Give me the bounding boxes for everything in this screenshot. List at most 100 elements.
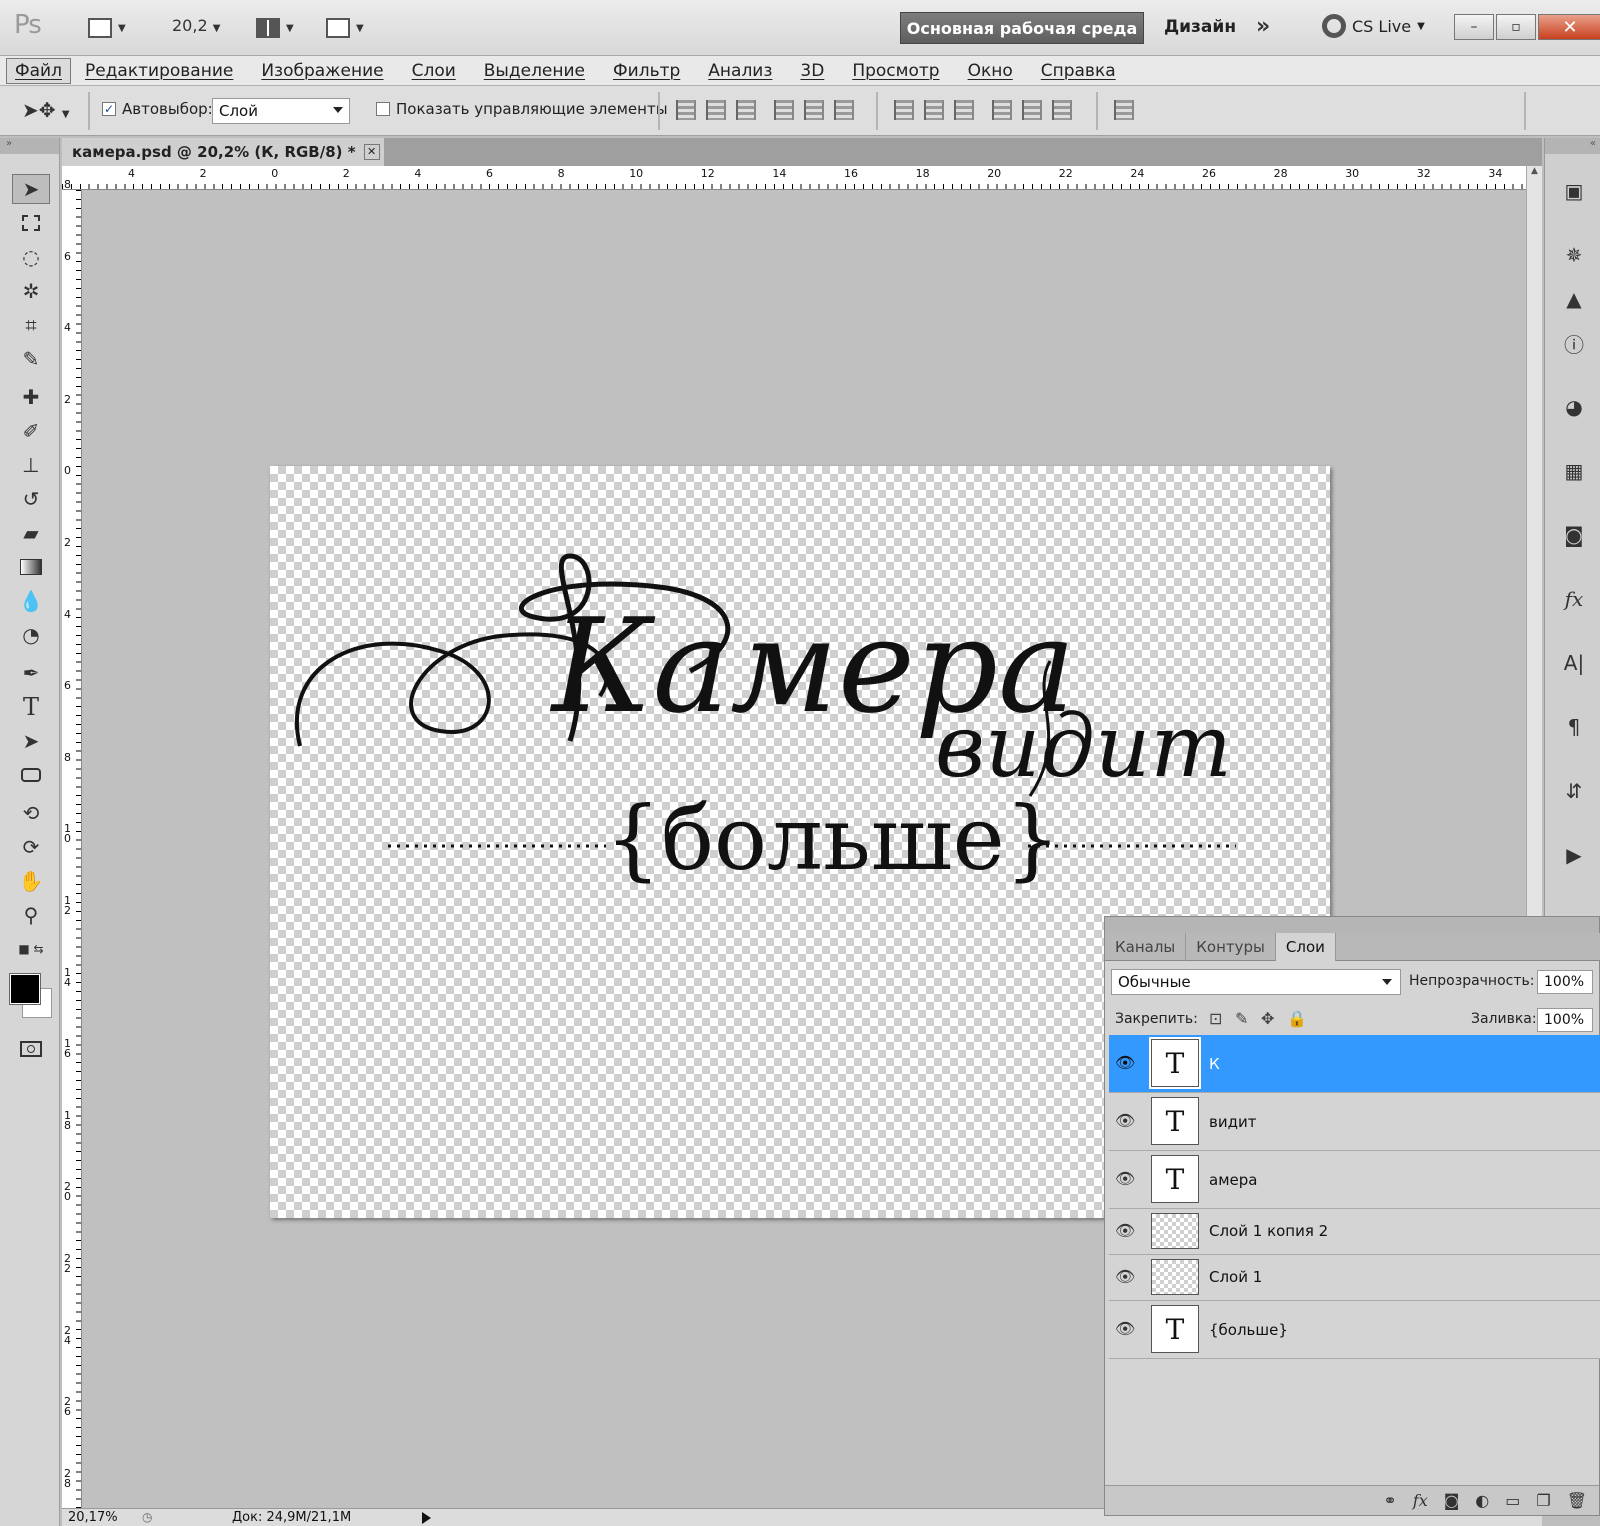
lasso-tool[interactable]: ◌ <box>12 242 50 272</box>
type-tool[interactable]: T <box>12 692 50 722</box>
add-mask-icon[interactable]: ◙ <box>1444 1491 1460 1510</box>
lock-transparent-icon[interactable]: ⊡ <box>1209 1009 1222 1028</box>
add-layer-style-icon[interactable]: fx <box>1413 1491 1428 1510</box>
lock-position-icon[interactable]: ✥ <box>1261 1009 1274 1028</box>
horizontal-ruler[interactable]: 4 2 0 2 4 6 8 10 12 14 16 18 20 22 24 26 28 30 32 34 <box>62 166 1526 190</box>
lock-all-icon[interactable]: 🔒 <box>1287 1009 1307 1028</box>
menu-view[interactable]: Просмотр <box>838 58 953 84</box>
workspace-design-button[interactable]: Дизайн <box>1164 17 1236 37</box>
distribute-top-icon[interactable] <box>894 100 914 120</box>
menu-window[interactable]: Окно <box>954 58 1027 84</box>
layer-row[interactable]: 👁 T видит <box>1109 1093 1600 1151</box>
tools-panel-header[interactable]: » <box>0 138 59 154</box>
dodge-tool[interactable]: ◔ <box>12 620 50 650</box>
foreground-color-swatch[interactable] <box>9 973 41 1005</box>
paragraph-icon[interactable]: ¶ <box>1561 714 1587 740</box>
vertical-ruler[interactable]: 8 6 4 2 0 2 4 6 8 10 12 14 16 18 20 22 24 26 28 <box>62 179 82 1508</box>
restore-button[interactable]: ▫ <box>1496 14 1536 40</box>
eraser-tool[interactable]: ▰ <box>12 518 50 548</box>
auto-align-layers-icon[interactable] <box>1114 100 1134 120</box>
layer-row[interactable]: 👁 T К <box>1109 1035 1600 1093</box>
path-selection-tool[interactable]: ➤ <box>12 726 50 756</box>
distribute-hcenter-icon[interactable] <box>1022 100 1042 120</box>
visibility-eye-icon[interactable]: 👁 <box>1115 1267 1135 1286</box>
close-document-icon[interactable]: ✕ <box>363 144 380 160</box>
layer-row[interactable]: 👁 T {больше} <box>1109 1301 1600 1359</box>
3d-rotate-tool[interactable]: ⟲ <box>12 798 50 828</box>
new-group-icon[interactable]: ▭ <box>1505 1491 1520 1510</box>
align-top-icon[interactable] <box>676 100 696 120</box>
actions-icon[interactable]: ▶ <box>1561 842 1587 868</box>
blend-mode-dropdown[interactable]: Обычные <box>1111 969 1401 995</box>
blur-tool[interactable]: 💧 <box>12 586 50 616</box>
layer-row[interactable]: 👁 T амера <box>1109 1151 1600 1209</box>
visibility-eye-icon[interactable]: 👁 <box>1115 1169 1135 1188</box>
delete-layer-icon[interactable]: 🗑 <box>1567 1491 1587 1510</box>
visibility-eye-icon[interactable]: 👁 <box>1115 1221 1135 1240</box>
visibility-eye-icon[interactable]: 👁 <box>1115 1319 1135 1338</box>
layers-panel-header[interactable] <box>1105 917 1599 933</box>
distribute-right-icon[interactable] <box>1052 100 1072 120</box>
distribute-left-icon[interactable] <box>992 100 1012 120</box>
menu-file[interactable]: Файл <box>6 57 71 84</box>
visibility-eye-icon[interactable]: 👁 <box>1115 1111 1135 1130</box>
distribute-vcenter-icon[interactable] <box>924 100 944 120</box>
info-icon[interactable]: ⓘ <box>1561 330 1587 357</box>
zoom-tool[interactable]: ⚲ <box>12 900 50 930</box>
scroll-up-icon[interactable]: ▲ <box>1527 166 1542 176</box>
styles-icon[interactable]: fx <box>1561 586 1587 612</box>
auto-select-checkbox[interactable]: ✓ <box>102 102 116 116</box>
shape-tool[interactable] <box>12 760 50 790</box>
pen-tool[interactable]: ✒ <box>12 658 50 688</box>
layer-row[interactable]: 👁 Слой 1 копия 2 <box>1109 1209 1600 1255</box>
align-left-icon[interactable] <box>774 100 794 120</box>
new-layer-icon[interactable]: ❐ <box>1536 1491 1550 1510</box>
magic-wand-tool[interactable]: ✲ <box>12 276 50 306</box>
character-icon[interactable]: A| <box>1561 650 1587 676</box>
fill-field[interactable]: 100% <box>1537 1008 1593 1032</box>
arrange-documents-button[interactable]: ▼ <box>256 14 294 42</box>
launch-bridge-button[interactable]: ▼ <box>88 14 126 42</box>
menu-analysis[interactable]: Анализ <box>694 58 786 84</box>
align-bottom-icon[interactable] <box>736 100 756 120</box>
tab-layers[interactable]: Слои <box>1275 933 1336 961</box>
brush-tool[interactable]: ✐ <box>12 416 50 446</box>
auto-select-dropdown[interactable]: Слой <box>212 98 350 124</box>
workspace-more-button[interactable]: » <box>1256 14 1270 39</box>
align-right-icon[interactable] <box>834 100 854 120</box>
3d-orbit-tool[interactable]: ⟳ <box>12 832 50 862</box>
dock-header[interactable]: « <box>1545 138 1600 154</box>
zoom-level-field[interactable]: 20,2 ▼ <box>172 16 220 35</box>
adjustments-icon[interactable]: ◙ <box>1561 522 1587 548</box>
menu-help[interactable]: Справка <box>1027 58 1130 84</box>
gradient-tool[interactable] <box>12 552 50 582</box>
adjustment-layer-icon[interactable]: ◐ <box>1475 1491 1489 1510</box>
menu-3d[interactable]: 3D <box>786 58 838 84</box>
move-tool[interactable]: ➤ <box>12 174 50 204</box>
close-button[interactable]: ✕ <box>1538 14 1600 40</box>
layer-row[interactable]: 👁 Слой 1 <box>1109 1255 1600 1301</box>
minimize-button[interactable]: – <box>1454 14 1494 40</box>
distribute-bottom-icon[interactable] <box>954 100 974 120</box>
opacity-field[interactable]: 100% <box>1537 970 1593 994</box>
status-menu-arrow-icon[interactable] <box>422 1512 431 1524</box>
menu-edit[interactable]: Редактирование <box>71 58 247 84</box>
quick-mask-button[interactable] <box>12 1034 50 1064</box>
lock-image-icon[interactable]: ✎ <box>1235 1009 1248 1028</box>
healing-brush-tool[interactable]: ✚ <box>12 382 50 412</box>
menu-filter[interactable]: Фильтр <box>599 58 694 84</box>
menu-select[interactable]: Выделение <box>470 58 599 84</box>
menu-layer[interactable]: Слои <box>398 58 470 84</box>
color-icon[interactable]: ◕ <box>1561 394 1587 420</box>
menu-image[interactable]: Изображение <box>247 58 397 84</box>
navigator-icon[interactable]: ✵ <box>1561 242 1587 268</box>
history-brush-tool[interactable]: ↺ <box>12 484 50 514</box>
hand-tool[interactable]: ✋ <box>12 866 50 896</box>
status-info-icon[interactable]: ◷ <box>142 1510 152 1524</box>
eyedropper-tool[interactable]: ✎ <box>12 344 50 374</box>
status-zoom[interactable]: 20,17% <box>68 1510 118 1525</box>
default-colors-icon[interactable]: ■ ⇆ <box>12 934 50 964</box>
workspace-essentials-button[interactable]: Основная рабочая среда <box>900 12 1144 44</box>
link-layers-icon[interactable]: ⚭ <box>1383 1491 1396 1510</box>
mini-bridge-icon[interactable]: ▣ <box>1561 178 1587 204</box>
